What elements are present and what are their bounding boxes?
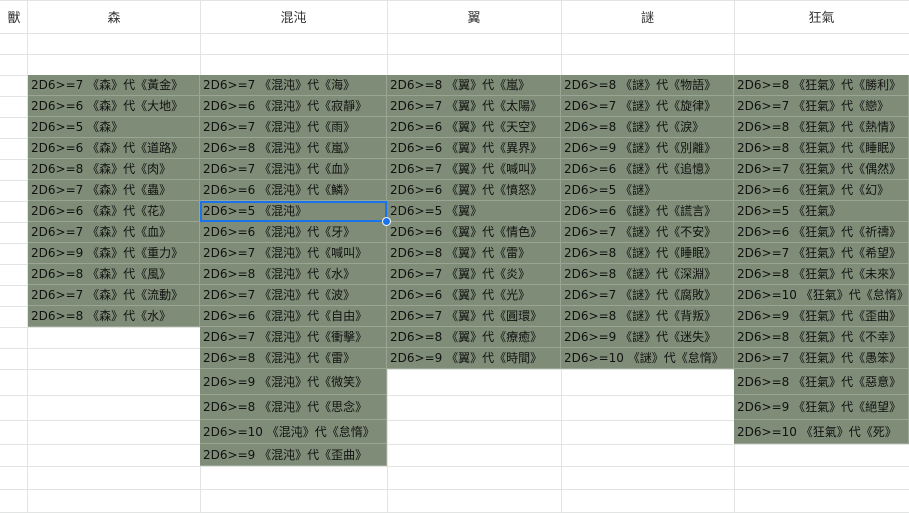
cell-forest-9[interactable]: 2D6>=9 《森》代《重力》 bbox=[28, 243, 200, 264]
cell-madness-10[interactable]: 2D6>=8 《狂氣》代《未來》 bbox=[734, 264, 909, 285]
column-header-wing[interactable]: 翼 bbox=[387, 0, 561, 33]
cell-forest-4[interactable]: 2D6>=6 《森》代《道路》 bbox=[28, 138, 200, 159]
cell-wing-3[interactable]: 2D6>=6 《翼》代《天空》 bbox=[387, 117, 561, 138]
gridline-horizontal bbox=[0, 0, 909, 1]
cell-forest-11[interactable]: 2D6>=7 《森》代《流動》 bbox=[28, 285, 200, 306]
cell-madness-2[interactable]: 2D6>=7 《狂氣》代《戀》 bbox=[734, 96, 909, 117]
cell-madness-6[interactable]: 2D6>=6 《狂氣》代《幻》 bbox=[734, 180, 909, 201]
cell-mystery-14[interactable]: 2D6>=10 《謎》代《怠惰》 bbox=[561, 348, 734, 369]
cell-forest-6[interactable]: 2D6>=7 《森》代《蟲》 bbox=[28, 180, 200, 201]
cell-forest-12[interactable]: 2D6>=8 《森》代《水》 bbox=[28, 306, 200, 327]
cell-forest-10[interactable]: 2D6>=8 《森》代《風》 bbox=[28, 264, 200, 285]
cell-madness-17[interactable]: 2D6>=10 《狂氣》代《死》 bbox=[734, 420, 909, 444]
cell-madness-3[interactable]: 2D6>=8 《狂氣》代《熱情》 bbox=[734, 117, 909, 138]
cell-mystery-1[interactable]: 2D6>=8 《謎》代《物語》 bbox=[561, 75, 734, 96]
cell-chaos-16[interactable]: 2D6>=8 《混沌》代《思念》 bbox=[200, 395, 387, 420]
column-header-forest[interactable]: 森 bbox=[28, 0, 200, 33]
cell-chaos-1[interactable]: 2D6>=7 《混沌》代《海》 bbox=[200, 75, 387, 96]
cell-madness-4[interactable]: 2D6>=8 《狂氣》代《睡眠》 bbox=[734, 138, 909, 159]
cell-mystery-3[interactable]: 2D6>=8 《謎》代《淚》 bbox=[561, 117, 734, 138]
cell-chaos-8[interactable]: 2D6>=6 《混沌》代《牙》 bbox=[200, 222, 387, 243]
cell-chaos-5[interactable]: 2D6>=7 《混沌》代《血》 bbox=[200, 159, 387, 180]
cell-chaos-10[interactable]: 2D6>=8 《混沌》代《水》 bbox=[200, 264, 387, 285]
cell-mystery-10[interactable]: 2D6>=8 《謎》代《深淵》 bbox=[561, 264, 734, 285]
cell-madness-5[interactable]: 2D6>=7 《狂氣》代《偶然》 bbox=[734, 159, 909, 180]
cell-wing-2[interactable]: 2D6>=7 《翼》代《太陽》 bbox=[387, 96, 561, 117]
cell-wing-4[interactable]: 2D6>=6 《翼》代《異界》 bbox=[387, 138, 561, 159]
cell-mystery-6[interactable]: 2D6>=5 《謎》 bbox=[561, 180, 734, 201]
cell-madness-9[interactable]: 2D6>=7 《狂氣》代《希望》 bbox=[734, 243, 909, 264]
cell-chaos-7[interactable]: 2D6>=5 《混沌》 bbox=[200, 201, 387, 222]
cell-wing-10[interactable]: 2D6>=7 《翼》代《炎》 bbox=[387, 264, 561, 285]
cell-mystery-11[interactable]: 2D6>=7 《謎》代《腐敗》 bbox=[561, 285, 734, 306]
cell-chaos-11[interactable]: 2D6>=7 《混沌》代《波》 bbox=[200, 285, 387, 306]
cell-chaos-15[interactable]: 2D6>=9 《混沌》代《微笑》 bbox=[200, 369, 387, 395]
cell-wing-14[interactable]: 2D6>=9 《翼》代《時間》 bbox=[387, 348, 561, 369]
column-header-mystery[interactable]: 謎 bbox=[561, 0, 734, 33]
cell-wing-5[interactable]: 2D6>=7 《翼》代《喊叫》 bbox=[387, 159, 561, 180]
cell-forest-2[interactable]: 2D6>=6 《森》代《大地》 bbox=[28, 96, 200, 117]
cell-madness-1[interactable]: 2D6>=8 《狂氣》代《勝利》 bbox=[734, 75, 909, 96]
cell-mystery-5[interactable]: 2D6>=6 《謎》代《追憶》 bbox=[561, 159, 734, 180]
cell-forest-3[interactable]: 2D6>=5 《森》 bbox=[28, 117, 200, 138]
cell-madness-12[interactable]: 2D6>=9 《狂氣》代《歪曲》 bbox=[734, 306, 909, 327]
cell-chaos-17[interactable]: 2D6>=10 《混沌》代《怠惰》 bbox=[200, 420, 387, 444]
cell-mystery-8[interactable]: 2D6>=7 《謎》代《不安》 bbox=[561, 222, 734, 243]
gridline-horizontal bbox=[0, 466, 909, 467]
cell-wing-11[interactable]: 2D6>=6 《翼》代《光》 bbox=[387, 285, 561, 306]
cell-chaos-3[interactable]: 2D6>=7 《混沌》代《雨》 bbox=[200, 117, 387, 138]
cell-madness-8[interactable]: 2D6>=6 《狂氣》代《祈禱》 bbox=[734, 222, 909, 243]
cell-forest-8[interactable]: 2D6>=7 《森》代《血》 bbox=[28, 222, 200, 243]
cell-chaos-12[interactable]: 2D6>=6 《混沌》代《自由》 bbox=[200, 306, 387, 327]
column-header-madness[interactable]: 狂氣 bbox=[734, 0, 909, 33]
cell-madness-16[interactable]: 2D6>=9 《狂氣》代《絕望》 bbox=[734, 395, 909, 420]
cell-madness-13[interactable]: 2D6>=8 《狂氣》代《不幸》 bbox=[734, 327, 909, 348]
column-header-chaos[interactable]: 混沌 bbox=[200, 0, 387, 33]
cell-chaos-14[interactable]: 2D6>=8 《混沌》代《雷》 bbox=[200, 348, 387, 369]
gridline-horizontal bbox=[0, 489, 909, 490]
cell-forest-1[interactable]: 2D6>=7 《森》代《黃金》 bbox=[28, 75, 200, 96]
gridline-horizontal bbox=[0, 54, 909, 55]
cell-wing-8[interactable]: 2D6>=6 《翼》代《情色》 bbox=[387, 222, 561, 243]
cell-chaos-4[interactable]: 2D6>=8 《混沌》代《嵐》 bbox=[200, 138, 387, 159]
cell-chaos-18[interactable]: 2D6>=9 《混沌》代《歪曲》 bbox=[200, 444, 387, 466]
gridline-horizontal bbox=[0, 33, 909, 34]
spreadsheet-grid[interactable]: 獸 森 混沌 翼 謎 狂氣 2D6>=7 《森》代《黃金》 2D6>=6 《森》代… bbox=[0, 0, 909, 513]
cell-mystery-9[interactable]: 2D6>=8 《謎》代《睡眠》 bbox=[561, 243, 734, 264]
cell-wing-12[interactable]: 2D6>=7 《翼》代《圓環》 bbox=[387, 306, 561, 327]
cell-chaos-13[interactable]: 2D6>=7 《混沌》代《衝擊》 bbox=[200, 327, 387, 348]
cell-madness-7[interactable]: 2D6>=5 《狂氣》 bbox=[734, 201, 909, 222]
cell-wing-9[interactable]: 2D6>=8 《翼》代《雷》 bbox=[387, 243, 561, 264]
cell-mystery-4[interactable]: 2D6>=9 《謎》代《別離》 bbox=[561, 138, 734, 159]
cell-wing-6[interactable]: 2D6>=6 《翼》代《憤怒》 bbox=[387, 180, 561, 201]
cell-wing-1[interactable]: 2D6>=8 《翼》代《嵐》 bbox=[387, 75, 561, 96]
cell-mystery-12[interactable]: 2D6>=8 《謎》代《背叛》 bbox=[561, 306, 734, 327]
cell-forest-7[interactable]: 2D6>=6 《森》代《花》 bbox=[28, 201, 200, 222]
gridline-horizontal bbox=[0, 444, 909, 445]
cell-chaos-6[interactable]: 2D6>=6 《混沌》代《鱗》 bbox=[200, 180, 387, 201]
cell-chaos-9[interactable]: 2D6>=7 《混沌》代《喊叫》 bbox=[200, 243, 387, 264]
row-header-label: 獸 bbox=[0, 0, 28, 33]
cell-madness-14[interactable]: 2D6>=7 《狂氣》代《愚笨》 bbox=[734, 348, 909, 369]
cell-mystery-2[interactable]: 2D6>=7 《謎》代《旋律》 bbox=[561, 96, 734, 117]
cell-mystery-13[interactable]: 2D6>=9 《謎》代《迷失》 bbox=[561, 327, 734, 348]
cell-forest-5[interactable]: 2D6>=8 《森》代《肉》 bbox=[28, 159, 200, 180]
cell-madness-15[interactable]: 2D6>=8 《狂氣》代《惡意》 bbox=[734, 369, 909, 395]
cell-wing-7[interactable]: 2D6>=5 《翼》 bbox=[387, 201, 561, 222]
cell-chaos-2[interactable]: 2D6>=6 《混沌》代《寂靜》 bbox=[200, 96, 387, 117]
cell-wing-13[interactable]: 2D6>=8 《翼》代《療癒》 bbox=[387, 327, 561, 348]
cell-mystery-7[interactable]: 2D6>=6 《謎》代《謊言》 bbox=[561, 201, 734, 222]
cell-madness-11[interactable]: 2D6>=10 《狂氣》代《怠惰》 bbox=[734, 285, 909, 306]
